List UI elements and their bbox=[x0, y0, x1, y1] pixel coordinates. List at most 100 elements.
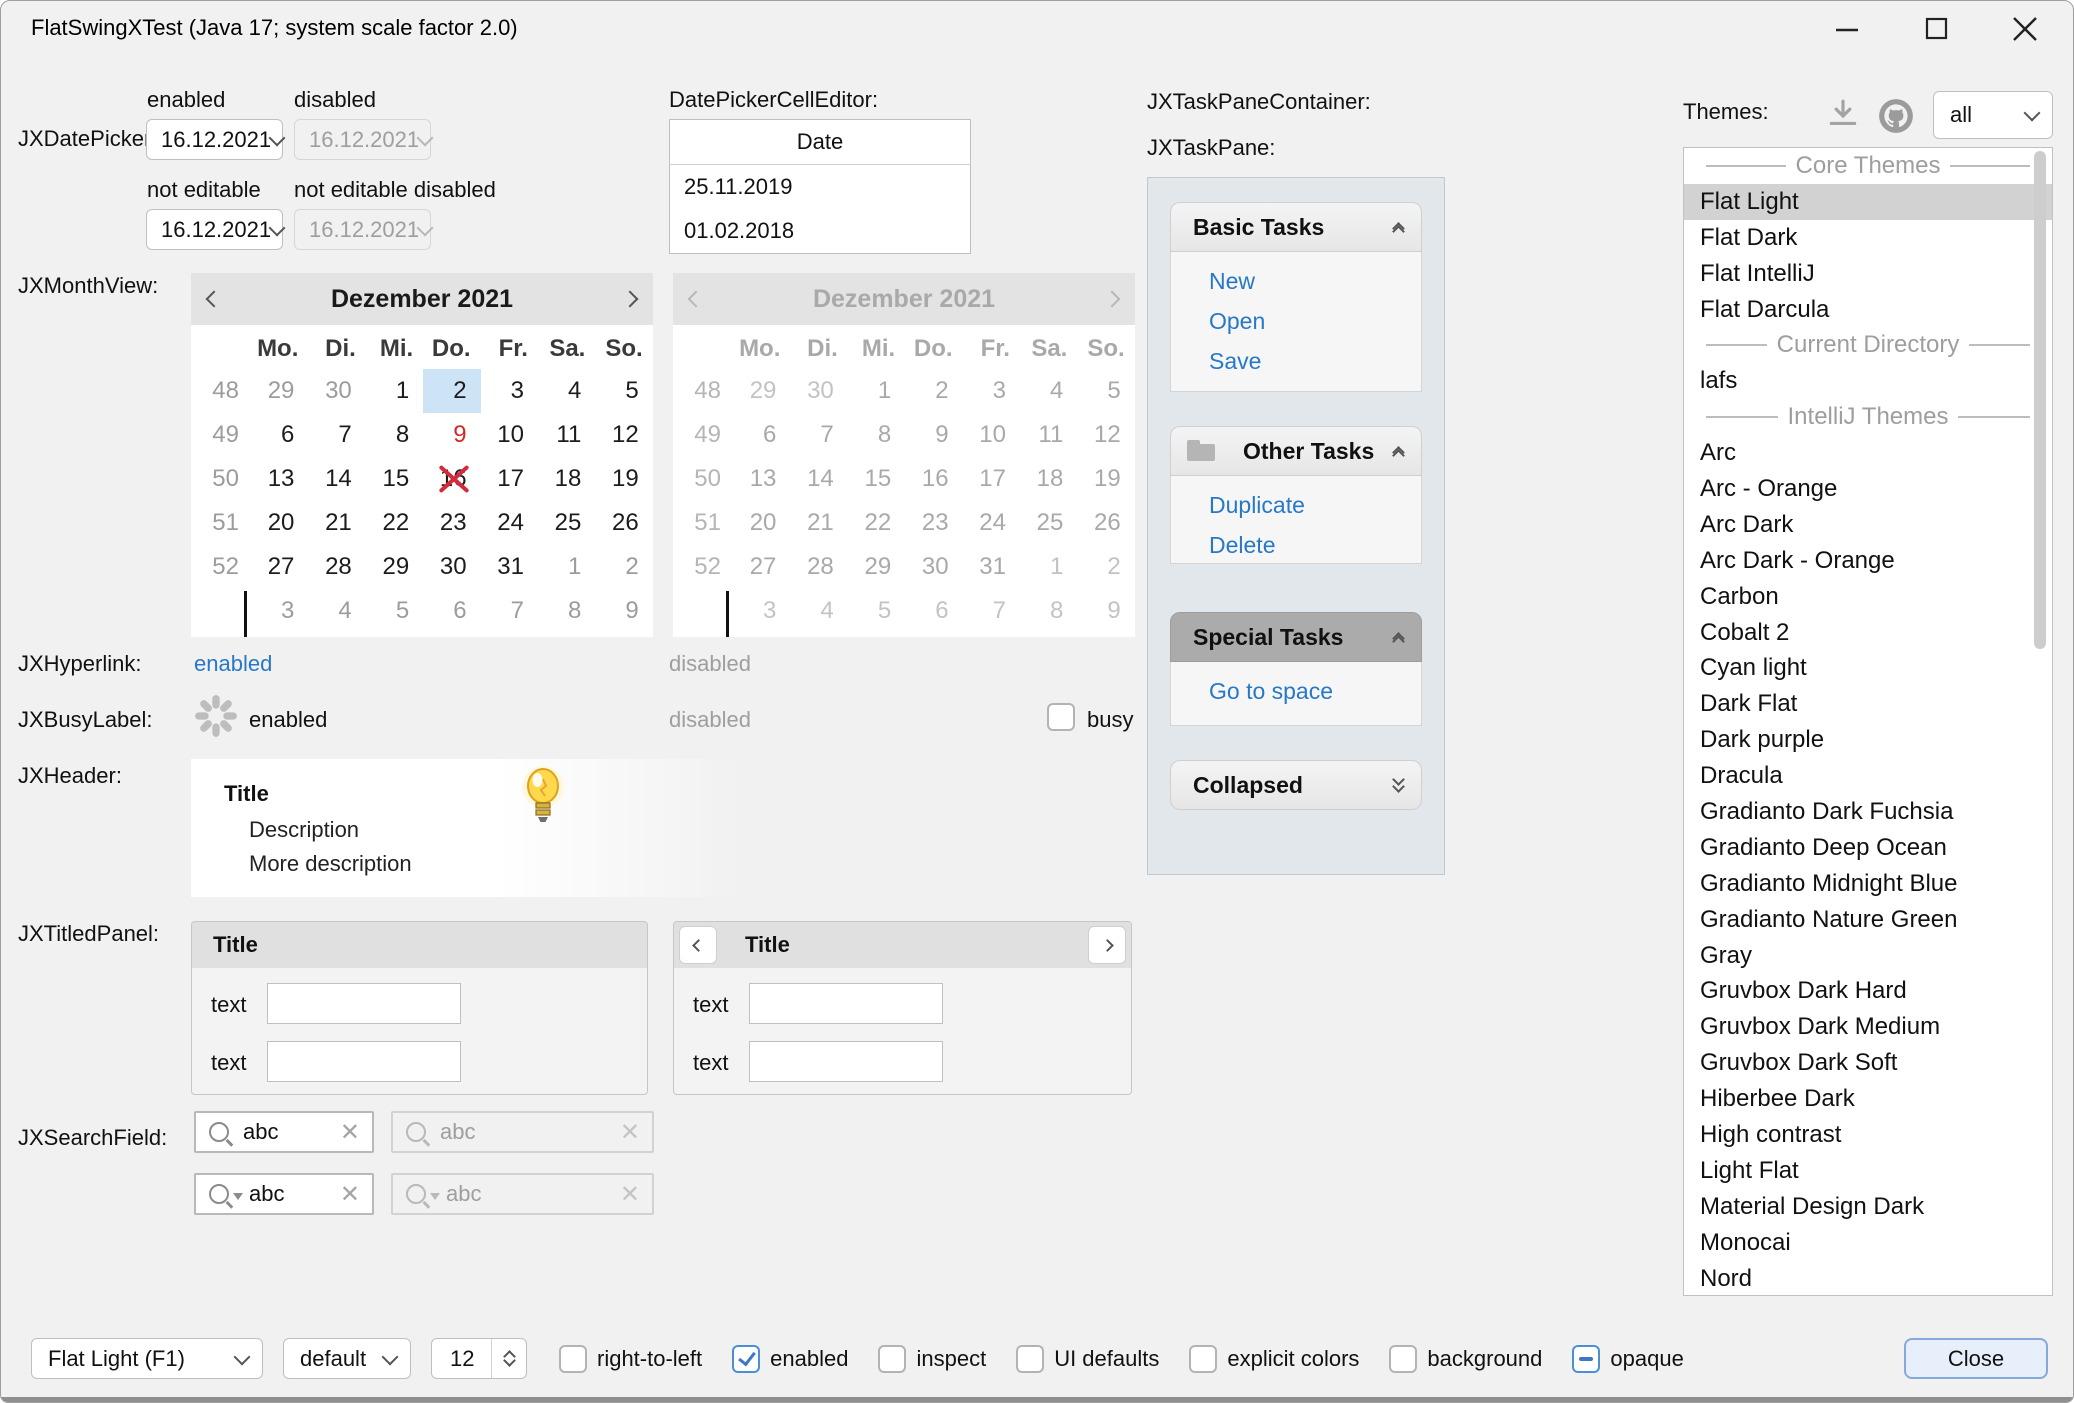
theme-list-item[interactable]: Flat Light bbox=[1684, 184, 2052, 220]
expand-chevrons-icon[interactable] bbox=[1394, 779, 1403, 791]
task-link[interactable]: New bbox=[1209, 268, 1421, 295]
datepicker-not-editable[interactable]: 16.12.2021 bbox=[146, 209, 283, 250]
taskpane-header[interactable]: Other Tasks bbox=[1170, 426, 1422, 476]
day-cell[interactable]: 29 bbox=[366, 545, 423, 589]
theme-list-item[interactable]: Dark Flat bbox=[1684, 686, 2052, 722]
task-link[interactable]: Open bbox=[1209, 308, 1421, 335]
busy-checkbox[interactable] bbox=[1047, 703, 1075, 731]
theme-list-item[interactable]: Cobalt 2 bbox=[1684, 615, 2052, 651]
theme-list-item[interactable]: Monocai bbox=[1684, 1225, 2052, 1261]
scale-combo[interactable]: default bbox=[283, 1338, 411, 1379]
day-cell[interactable]: 7 bbox=[481, 589, 538, 633]
day-cell[interactable]: 25 bbox=[538, 501, 595, 545]
day-cell[interactable]: 26 bbox=[595, 501, 652, 545]
chevron-down-icon[interactable] bbox=[370, 1355, 410, 1363]
laf-combo-value[interactable]: Flat Light (F1) bbox=[32, 1346, 222, 1372]
theme-list-item[interactable]: Flat IntelliJ bbox=[1684, 256, 2052, 292]
day-cell[interactable]: 17 bbox=[481, 457, 538, 501]
day-cell[interactable]: 5 bbox=[595, 369, 652, 413]
theme-list-item[interactable]: Hiberbee Dark bbox=[1684, 1081, 2052, 1117]
task-link[interactable]: Duplicate bbox=[1209, 492, 1421, 519]
text-input[interactable] bbox=[749, 983, 943, 1024]
theme-list-item[interactable]: Gradianto Dark Fuchsia bbox=[1684, 794, 2052, 830]
chevron-down-icon[interactable] bbox=[271, 226, 283, 234]
theme-list-item[interactable]: Gradianto Deep Ocean bbox=[1684, 830, 2052, 866]
clear-x-icon[interactable]: ✕ bbox=[340, 1118, 372, 1147]
theme-list-item[interactable]: High contrast bbox=[1684, 1117, 2052, 1153]
clear-x-icon[interactable]: ✕ bbox=[340, 1180, 372, 1209]
text-input[interactable] bbox=[749, 1041, 943, 1082]
datepicker-not-editable-value[interactable]: 16.12.2021 bbox=[147, 217, 271, 243]
table-row[interactable]: 01.02.2018 bbox=[670, 209, 970, 253]
github-icon[interactable] bbox=[1877, 97, 1915, 140]
day-cell[interactable]: 16 bbox=[423, 457, 480, 501]
day-cell[interactable]: 29 bbox=[251, 369, 308, 413]
task-link[interactable]: Save bbox=[1209, 348, 1421, 375]
theme-list-item[interactable]: Arc Dark - Orange bbox=[1684, 543, 2052, 579]
theme-list-item[interactable]: Cyan light bbox=[1684, 650, 2052, 686]
datepicker-enabled[interactable]: 16.12.2021 bbox=[146, 119, 283, 160]
theme-list-item[interactable]: lafs bbox=[1684, 363, 2052, 399]
chevron-down-icon[interactable] bbox=[2012, 111, 2052, 119]
laf-combo[interactable]: Flat Light (F1) bbox=[31, 1338, 263, 1379]
ui-defaults-checkbox[interactable] bbox=[1016, 1345, 1044, 1373]
day-cell[interactable]: 9 bbox=[423, 413, 480, 457]
theme-list-item[interactable]: Gradianto Nature Green bbox=[1684, 902, 2052, 938]
chevron-down-icon[interactable] bbox=[222, 1355, 262, 1363]
font-size-spinner[interactable]: 12 bbox=[431, 1338, 527, 1379]
theme-list-item[interactable]: Gruvbox Dark Soft bbox=[1684, 1045, 2052, 1081]
taskpane-header[interactable]: Collapsed bbox=[1170, 760, 1422, 810]
day-cell[interactable]: 7 bbox=[308, 413, 365, 457]
download-icon[interactable] bbox=[1825, 97, 1861, 138]
datepicker-enabled-value[interactable]: 16.12.2021 bbox=[147, 127, 271, 153]
close-window-button[interactable] bbox=[2003, 9, 2047, 49]
explicit-colors-checkbox[interactable] bbox=[1189, 1345, 1217, 1373]
right-to-left-checkbox[interactable] bbox=[559, 1345, 587, 1373]
search-field-menu-enabled[interactable]: abc ✕ bbox=[194, 1173, 374, 1215]
spinner-buttons[interactable] bbox=[491, 1339, 526, 1378]
collapse-chevrons-icon[interactable] bbox=[1394, 634, 1403, 640]
day-cell[interactable]: 22 bbox=[366, 501, 423, 545]
day-cell[interactable]: 18 bbox=[538, 457, 595, 501]
themes-filter-value[interactable]: all bbox=[1934, 102, 2012, 128]
day-cell[interactable]: 31 bbox=[481, 545, 538, 589]
font-size-value[interactable]: 12 bbox=[432, 1339, 491, 1378]
theme-list-item[interactable]: Flat Darcula bbox=[1684, 292, 2052, 328]
day-cell[interactable]: 20 bbox=[251, 501, 308, 545]
day-cell[interactable]: 9 bbox=[595, 589, 652, 633]
day-cell[interactable]: 15 bbox=[366, 457, 423, 501]
day-cell[interactable]: 27 bbox=[251, 545, 308, 589]
opaque-checkbox[interactable] bbox=[1572, 1345, 1600, 1373]
search-input[interactable]: abc bbox=[229, 1119, 340, 1145]
text-input[interactable] bbox=[267, 983, 461, 1024]
prev-button[interactable] bbox=[679, 926, 717, 964]
background-checkbox[interactable] bbox=[1389, 1345, 1417, 1373]
theme-list-item[interactable]: Light Flat bbox=[1684, 1153, 2052, 1189]
taskpane-header[interactable]: Basic Tasks bbox=[1170, 202, 1422, 252]
day-cell[interactable]: 14 bbox=[308, 457, 365, 501]
day-cell[interactable]: 1 bbox=[366, 369, 423, 413]
day-cell[interactable]: 11 bbox=[538, 413, 595, 457]
theme-list-item[interactable]: Nord bbox=[1684, 1261, 2052, 1296]
collapse-chevrons-icon[interactable] bbox=[1394, 224, 1403, 230]
day-cell[interactable]: 4 bbox=[308, 589, 365, 633]
theme-list-item[interactable]: Material Design Dark bbox=[1684, 1189, 2052, 1225]
date-table-header[interactable]: Date bbox=[670, 120, 970, 165]
day-cell[interactable]: 24 bbox=[481, 501, 538, 545]
search-input[interactable]: abc bbox=[243, 1181, 340, 1207]
theme-list-item[interactable]: Arc bbox=[1684, 435, 2052, 471]
day-cell[interactable]: 4 bbox=[538, 369, 595, 413]
next-button[interactable] bbox=[1088, 926, 1126, 964]
day-cell[interactable]: 1 bbox=[538, 545, 595, 589]
hyperlink-enabled[interactable]: enabled bbox=[194, 651, 272, 677]
close-button[interactable]: Close bbox=[1904, 1338, 2048, 1379]
day-cell[interactable]: 28 bbox=[308, 545, 365, 589]
theme-list-item[interactable]: Carbon bbox=[1684, 579, 2052, 615]
day-cell[interactable]: 3 bbox=[481, 369, 538, 413]
day-cell[interactable]: 30 bbox=[308, 369, 365, 413]
day-cell[interactable]: 10 bbox=[481, 413, 538, 457]
theme-list-item[interactable]: Dracula bbox=[1684, 758, 2052, 794]
theme-list-item[interactable]: Dark purple bbox=[1684, 722, 2052, 758]
day-cell[interactable]: 21 bbox=[308, 501, 365, 545]
enabled-checkbox[interactable] bbox=[732, 1345, 760, 1373]
